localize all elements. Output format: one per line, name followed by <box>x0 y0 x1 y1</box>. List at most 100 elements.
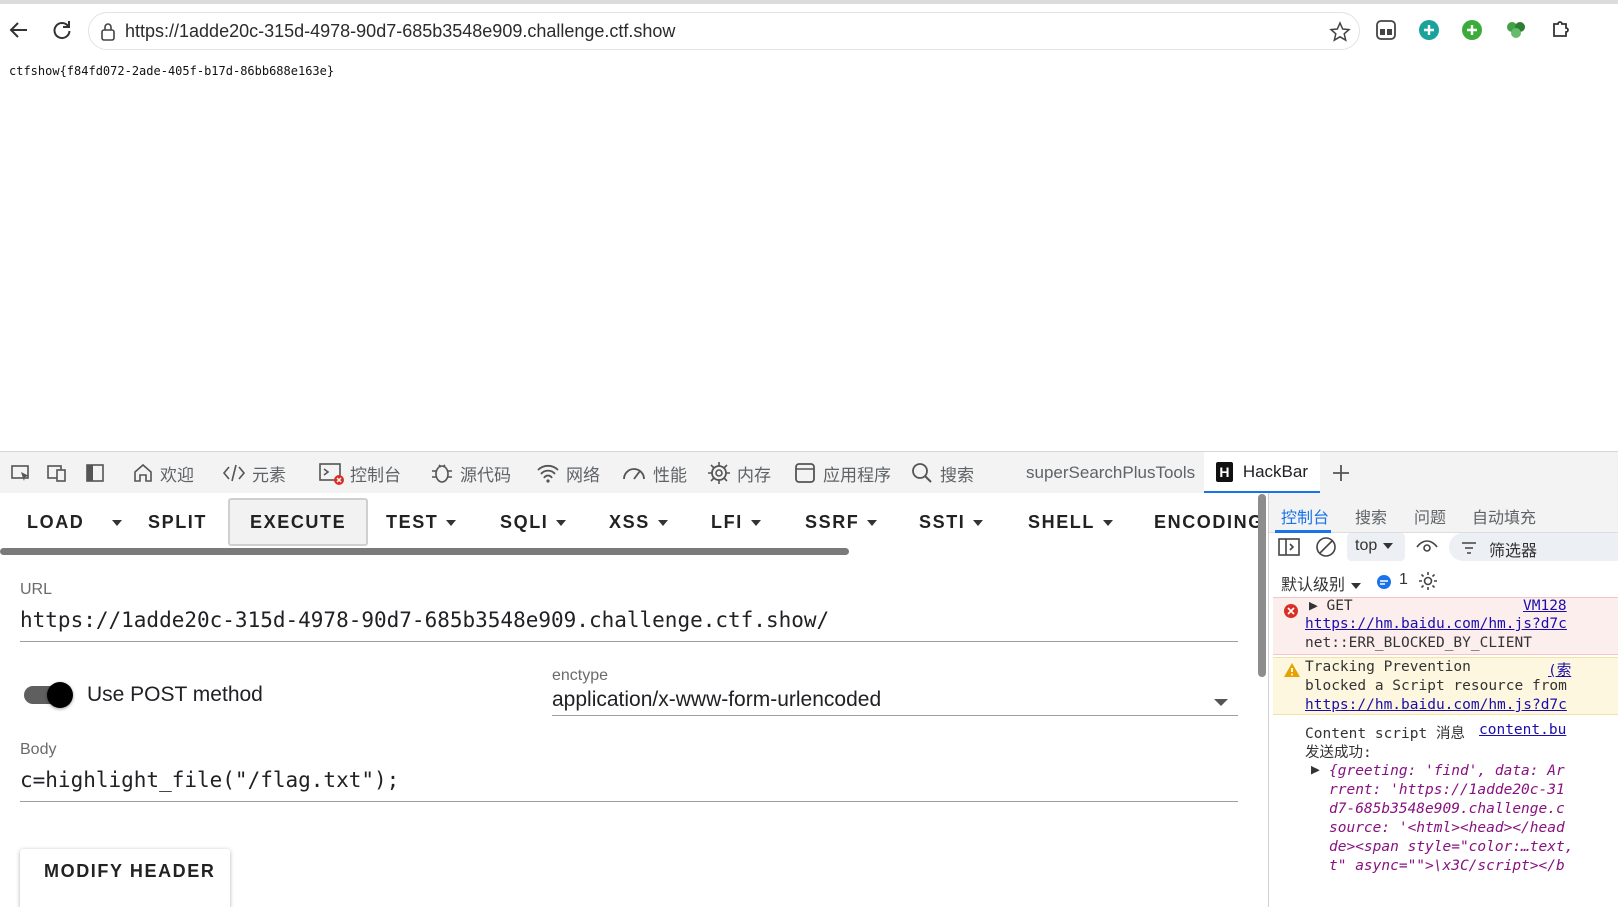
sqli-menu[interactable]: SQLI <box>500 499 567 545</box>
enctype-dropdown-icon[interactable] <box>1214 699 1228 706</box>
address-bar[interactable]: https://1adde20c-315d-4978-90d7-685b3548… <box>88 12 1360 50</box>
drawer-tab-issues[interactable]: 问题 <box>1414 504 1446 528</box>
xss-menu[interactable]: XSS <box>609 499 668 545</box>
console-icon <box>319 463 344 485</box>
drawer-tab-search[interactable]: 搜索 <box>1355 504 1387 528</box>
inspect-element-button[interactable] <box>10 452 38 494</box>
console-error-message[interactable]: ▶ GET VM128 https://hm.baidu.com/hm.js?d… <box>1273 597 1618 655</box>
plus-icon <box>1333 465 1349 481</box>
post-method-label: Use POST method <box>87 683 263 706</box>
modify-header-button[interactable]: MODIFY HEADER <box>20 849 230 907</box>
info-object-line: {greeting: 'find', data: Ar <box>1329 763 1565 779</box>
info-object-line: t" async="">\x3C/script></b <box>1329 858 1565 874</box>
enctype-underline <box>552 715 1238 716</box>
hackbar-panel: LOAD SPLIT EXECUTE TEST SQLI XSS LFI SSR… <box>0 493 1268 907</box>
tab-network[interactable]: 网络 <box>536 452 600 494</box>
info-line-1: Content script 消息 <box>1305 726 1465 742</box>
filter-placeholder: 筛选器 <box>1489 543 1538 560</box>
ssrf-menu[interactable]: SSRF <box>805 499 878 545</box>
hackbar-scrollbar[interactable] <box>1258 494 1266 677</box>
toolbar-scrollbar[interactable] <box>0 548 849 555</box>
enctype-select[interactable]: application/x-www-form-urlencoded <box>552 688 881 712</box>
address-url[interactable]: https://1adde20c-315d-4978-90d7-685b3548… <box>125 21 675 42</box>
sqli-label: SQLI <box>500 511 549 532</box>
extension-plus-icon[interactable] <box>1417 18 1441 42</box>
test-label: TEST <box>386 511 439 532</box>
site-info-icon[interactable] <box>99 22 117 42</box>
encoding-label: ENCODING <box>1154 511 1264 532</box>
sidebar-toggle-icon[interactable] <box>1278 537 1300 557</box>
chevron-down-icon <box>867 520 878 526</box>
tab-hackbar[interactable]: H HackBar <box>1204 452 1320 494</box>
tab-performance-label: 性能 <box>653 465 687 485</box>
post-method-toggle-knob[interactable] <box>47 682 73 708</box>
tab-sources[interactable]: 源代码 <box>430 452 511 494</box>
tab-application[interactable]: 应用程序 <box>793 452 891 494</box>
device-emulation-button[interactable] <box>46 452 74 494</box>
test-menu[interactable]: TEST <box>386 499 457 545</box>
dock-side-button[interactable] <box>85 452 111 494</box>
clover-extension-icon[interactable] <box>1504 18 1528 42</box>
info-source-link[interactable]: content.bu <box>1479 722 1566 738</box>
error-expand[interactable]: ▶ GET <box>1309 598 1353 614</box>
url-field-underline <box>20 641 1238 642</box>
tab-supersearch-label: superSearchPlusTools <box>1026 463 1196 482</box>
execute-button[interactable]: EXECUTE <box>228 498 369 546</box>
encoding-menu[interactable]: ENCODING <box>1154 499 1264 545</box>
bug-icon <box>432 464 452 483</box>
reload-icon <box>53 21 71 40</box>
console-warning-message[interactable]: Tracking Prevention (索 blocked a Script … <box>1273 657 1618 715</box>
tab-application-label: 应用程序 <box>823 465 891 485</box>
xss-label: XSS <box>609 511 650 532</box>
reload-button[interactable] <box>48 16 76 44</box>
lfi-menu[interactable]: LFI <box>711 499 761 545</box>
collections-icon[interactable] <box>1374 18 1398 42</box>
home-icon <box>134 463 152 482</box>
extensions-puzzle-icon[interactable] <box>1548 18 1572 42</box>
log-level-select[interactable]: 默认级别 <box>1281 571 1362 595</box>
filter-icon <box>1462 542 1476 554</box>
eye-icon[interactable] <box>1415 536 1439 558</box>
chevron-down-icon <box>1383 542 1394 549</box>
url-field[interactable]: https://1adde20c-315d-4978-90d7-685b3548… <box>20 608 829 632</box>
tab-console[interactable]: 控制台 <box>318 452 401 494</box>
drawer-tab-console[interactable]: 控制台 <box>1281 504 1329 528</box>
split-button[interactable]: SPLIT <box>148 499 207 545</box>
ssti-menu[interactable]: SSTI <box>919 499 984 545</box>
triangle-right-icon: ▶ <box>1309 598 1318 614</box>
wifi-icon <box>537 464 559 483</box>
tab-performance[interactable]: 性能 <box>621 452 687 494</box>
tab-elements[interactable]: 元素 <box>222 452 286 494</box>
tab-welcome[interactable]: 欢迎 <box>132 452 194 494</box>
extension-add-icon[interactable] <box>1460 18 1484 42</box>
load-button[interactable]: LOAD <box>27 499 84 545</box>
tab-memory[interactable]: 内存 <box>707 452 771 494</box>
shell-menu[interactable]: SHELL <box>1028 499 1114 545</box>
context-select[interactable]: top <box>1347 533 1405 561</box>
body-field[interactable]: c=highlight_file("/flag.txt"); <box>20 768 399 792</box>
console-info-message[interactable]: Content script 消息 content.bu 发送成功: ▶ {gr… <box>1273 719 1618 907</box>
device-icon <box>47 465 66 482</box>
body-field-underline <box>20 801 1238 802</box>
clear-console-icon[interactable] <box>1315 536 1337 558</box>
tab-search[interactable]: 搜索 <box>910 452 974 494</box>
warning-url-link[interactable]: https://hm.baidu.com/hm.js?d7c <box>1305 697 1567 713</box>
back-button[interactable] <box>5 16 33 44</box>
error-source-link[interactable]: VM128 <box>1523 598 1567 614</box>
split-label: SPLIT <box>148 511 208 532</box>
tab-memory-label: 内存 <box>737 465 771 485</box>
hackbar-toolbar: LOAD SPLIT EXECUTE TEST SQLI XSS LFI SSR… <box>0 493 1268 549</box>
load-dropdown-button[interactable] <box>104 499 122 545</box>
tab-supersearch[interactable]: superSearchPlusTools <box>1026 452 1195 494</box>
warning-source-link[interactable]: (索 <box>1548 659 1571 680</box>
triangle-right-icon[interactable]: ▶ <box>1311 762 1320 778</box>
drawer-tab-autofill[interactable]: 自动填充 <box>1472 504 1536 528</box>
add-tab-button[interactable] <box>1331 452 1357 494</box>
favorite-star-icon[interactable] <box>1329 21 1351 43</box>
browser-toolbar: https://1adde20c-315d-4978-90d7-685b3548… <box>0 4 1618 52</box>
error-url-link[interactable]: https://hm.baidu.com/hm.js?d7c <box>1305 616 1567 632</box>
error-icon <box>1284 604 1298 618</box>
flag-text: ctfshow{f84fd072-2ade-405f-b17d-86bb688e… <box>9 64 335 78</box>
console-settings-icon[interactable] <box>1417 570 1439 592</box>
info-line-2: 发送成功: <box>1305 745 1372 761</box>
